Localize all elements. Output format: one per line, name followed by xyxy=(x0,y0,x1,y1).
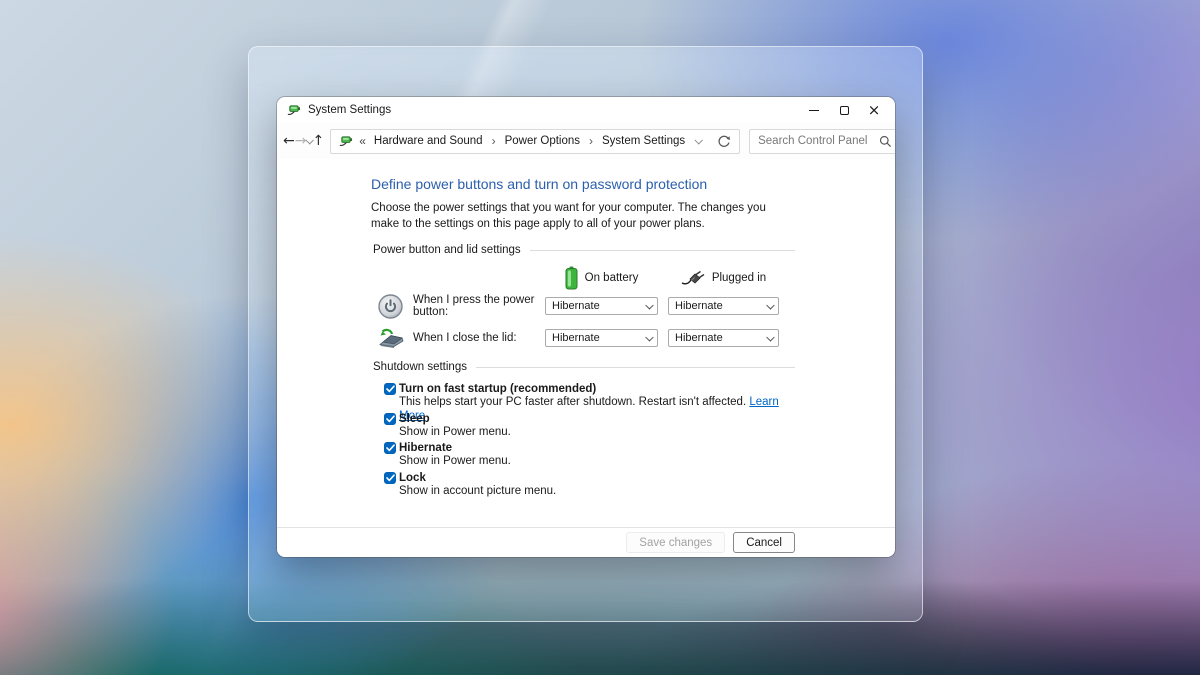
check-icon xyxy=(386,444,395,452)
lock-description: Show in account picture menu. xyxy=(384,485,795,499)
shutdown-section-header: Shutdown settings xyxy=(373,361,795,373)
footer-bar: Save changes Cancel xyxy=(277,527,895,557)
power-button-label: When I press the power button: xyxy=(413,294,545,318)
title-bar: System Settings × xyxy=(277,97,895,123)
fast-startup-option: Turn on fast startup (recommended) This … xyxy=(371,382,795,410)
section-divider xyxy=(476,367,795,368)
lock-label: Lock xyxy=(399,472,426,484)
breadcrumb-prefix-icon: « xyxy=(359,134,366,148)
navigation-bar: ← → ↑ « Hardware and Sound › Power Optio… xyxy=(277,123,895,159)
save-changes-button[interactable]: Save changes xyxy=(626,532,725,553)
plugged-in-label: Plugged in xyxy=(712,272,766,284)
chevron-down-icon xyxy=(766,302,774,310)
power-button-row: When I press the power button: Hibernate… xyxy=(371,293,795,319)
search-icon[interactable] xyxy=(879,135,892,148)
chevron-down-icon xyxy=(695,136,703,144)
power-button-icon xyxy=(378,294,403,319)
close-icon: × xyxy=(868,103,881,118)
power-options-icon xyxy=(286,103,301,118)
fast-startup-checkbox[interactable] xyxy=(384,383,396,395)
check-icon xyxy=(386,415,395,423)
close-button[interactable]: × xyxy=(859,99,889,121)
hibernate-label: Hibernate xyxy=(399,442,452,454)
battery-icon xyxy=(565,266,578,290)
system-settings-window: System Settings × ← → ↑ « Hardware and S… xyxy=(277,97,895,557)
power-options-icon xyxy=(338,134,353,149)
chevron-down-icon xyxy=(766,334,774,342)
plug-icon xyxy=(681,270,705,286)
power-button-plugged-in-select[interactable]: Hibernate xyxy=(668,297,779,315)
sleep-label: Sleep xyxy=(399,413,430,425)
up-button[interactable]: ↑ xyxy=(312,133,324,149)
on-battery-label: On battery xyxy=(585,272,639,284)
search-box[interactable] xyxy=(749,129,895,154)
fast-startup-description: This helps start your PC faster after sh… xyxy=(384,396,795,410)
cancel-button[interactable]: Cancel xyxy=(733,532,795,553)
refresh-button[interactable] xyxy=(713,134,735,148)
column-header-row: On battery Plugged in xyxy=(371,265,795,291)
minimize-icon xyxy=(809,110,819,111)
maximize-icon xyxy=(840,106,849,115)
window-title: System Settings xyxy=(308,104,391,116)
hibernate-checkbox[interactable] xyxy=(384,442,396,454)
lock-checkbox[interactable] xyxy=(384,472,396,484)
hibernate-description: Show in Power menu. xyxy=(384,455,795,469)
breadcrumb-hardware-and-sound[interactable]: Hardware and Sound xyxy=(372,135,485,147)
fast-startup-label: Turn on fast startup (recommended) xyxy=(399,383,596,395)
maximize-button[interactable] xyxy=(829,99,859,121)
chevron-down-icon xyxy=(645,302,653,310)
intro-text: Choose the power settings that you want … xyxy=(371,200,795,232)
close-lid-label: When I close the lid: xyxy=(413,332,545,344)
breadcrumb-separator-icon: › xyxy=(485,134,503,148)
sleep-checkbox[interactable] xyxy=(384,413,396,425)
sleep-option: Sleep Show in Power menu. xyxy=(371,412,795,440)
search-input[interactable] xyxy=(758,135,879,147)
settings-content: Define power buttons and turn on passwor… xyxy=(277,159,895,527)
sleep-description: Show in Power menu. xyxy=(384,426,795,440)
select-value: Hibernate xyxy=(552,300,600,312)
address-bar[interactable]: « Hardware and Sound › Power Options › S… xyxy=(330,129,740,154)
close-lid-on-battery-select[interactable]: Hibernate xyxy=(545,329,658,347)
close-lid-row: When I close the lid: Hibernate Hibernat… xyxy=(371,325,795,351)
plugged-in-column: Plugged in xyxy=(668,270,779,286)
breadcrumb-system-settings[interactable]: System Settings xyxy=(600,135,687,147)
forward-button[interactable]: → xyxy=(295,133,307,149)
power-section-header: Power button and lid settings xyxy=(373,244,795,256)
select-value: Hibernate xyxy=(552,332,600,344)
check-icon xyxy=(386,385,395,393)
minimize-button[interactable] xyxy=(799,99,829,121)
select-value: Hibernate xyxy=(675,332,723,344)
section-divider xyxy=(530,250,795,251)
refresh-icon xyxy=(717,134,731,148)
laptop-lid-icon xyxy=(378,326,405,351)
power-button-on-battery-select[interactable]: Hibernate xyxy=(545,297,658,315)
breadcrumb-power-options[interactable]: Power Options xyxy=(503,135,582,147)
page-title: Define power buttons and turn on passwor… xyxy=(371,176,795,192)
breadcrumb-separator-icon: › xyxy=(582,134,600,148)
address-dropdown-button[interactable] xyxy=(687,138,709,144)
shutdown-section-title: Shutdown settings xyxy=(373,361,467,373)
description-text: This helps start your PC faster after sh… xyxy=(399,396,749,408)
back-button[interactable]: ← xyxy=(283,133,295,149)
chevron-down-icon xyxy=(645,334,653,342)
on-battery-column: On battery xyxy=(545,266,658,290)
check-icon xyxy=(386,474,395,482)
select-value: Hibernate xyxy=(675,300,723,312)
lock-option: Lock Show in account picture menu. xyxy=(371,471,795,499)
hibernate-option: Hibernate Show in Power menu. xyxy=(371,441,795,469)
close-lid-plugged-in-select[interactable]: Hibernate xyxy=(668,329,779,347)
power-section-title: Power button and lid settings xyxy=(373,244,521,256)
